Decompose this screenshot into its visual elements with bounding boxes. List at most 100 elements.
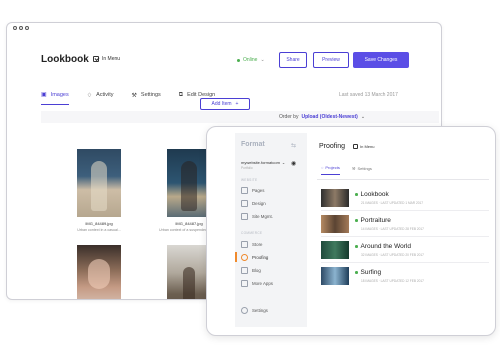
- window-controls: [13, 26, 29, 30]
- chevron-down-icon: ⌄: [281, 160, 286, 165]
- tab-settings[interactable]: ⚒ Settings: [352, 165, 372, 175]
- sidebar-item-blog[interactable]: Blog: [241, 267, 261, 274]
- save-changes-button[interactable]: Save Changes: [353, 52, 409, 68]
- order-value: Upload (Oldest-Newest): [301, 114, 358, 120]
- account-name: mywebsite.formatcom: [241, 160, 280, 165]
- checkbox-icon[interactable]: [93, 56, 99, 62]
- status-dropdown[interactable]: Online ⌄: [237, 57, 265, 63]
- sidebar-item-label: Settings: [252, 308, 268, 313]
- project-meta: 18 IMAGES · LAST UPDATED 12 FEB 2017: [361, 279, 424, 283]
- tab-settings[interactable]: ⚒ Settings: [132, 91, 161, 105]
- in-menu-toggle[interactable]: In Menu: [93, 56, 120, 62]
- sidebar-item-label: Pages: [252, 188, 265, 193]
- status-label: Online: [243, 57, 258, 63]
- project-thumbnail: [321, 241, 349, 259]
- image-thumbnail[interactable]: [167, 149, 211, 217]
- image-thumbnail[interactable]: [77, 149, 121, 217]
- divider: [321, 262, 489, 263]
- folder-icon: ◌: [321, 165, 324, 170]
- image-icon: ▣: [41, 92, 47, 98]
- eye-icon[interactable]: ◉: [291, 160, 296, 167]
- in-menu-label: In Menu: [360, 144, 375, 149]
- project-row[interactable]: Around the World 32 IMAGES · LAST UPDATE…: [321, 241, 491, 263]
- collapse-icon[interactable]: ⇆: [291, 142, 296, 149]
- order-by-dropdown[interactable]: Order by Upload (Oldest-Newest) ⌄: [279, 114, 365, 120]
- sidebar-item-more-apps[interactable]: More Apps: [241, 280, 273, 287]
- project-name: Portraiture: [355, 217, 391, 224]
- checkbox-icon[interactable]: [353, 144, 358, 149]
- chevron-down-icon: ⌄: [360, 114, 366, 120]
- online-dot-icon: [355, 219, 358, 222]
- brand-logo: Format: [241, 141, 265, 148]
- gear-icon: [241, 307, 248, 314]
- online-dot-icon: [355, 245, 358, 248]
- project-row[interactable]: Portraiture 14 IMAGES · LAST UPDATED 28 …: [321, 215, 491, 237]
- tab-label: Settings: [140, 92, 161, 98]
- pages-icon: [241, 187, 248, 194]
- chevron-down-icon: ⌄: [260, 57, 265, 63]
- tab-bar: ◌ Projects ⚒ Settings: [321, 165, 372, 175]
- image-thumbnail[interactable]: [167, 245, 211, 299]
- share-button[interactable]: Share: [279, 52, 307, 68]
- project-name-text: Portraiture: [360, 217, 391, 224]
- in-menu-toggle[interactable]: In Menu: [353, 144, 374, 149]
- wrench-icon: ⚒: [351, 165, 356, 171]
- tab-images[interactable]: ▣ Images: [41, 91, 69, 105]
- divider: [317, 179, 489, 180]
- project-row[interactable]: Surfing 18 IMAGES · LAST UPDATED 12 FEB …: [321, 267, 491, 289]
- maximize-dot-icon[interactable]: [25, 26, 29, 30]
- section-heading: WEBSITE: [241, 178, 258, 182]
- project-thumbnail: [321, 267, 349, 285]
- sidebar-item-site-mgmt[interactable]: Site Mgmt.: [241, 213, 273, 220]
- sidebar: Format ⇆ mywebsite.formatcom ⌄ Portfolio…: [234, 133, 307, 327]
- account-type: Portfolio: [241, 166, 253, 170]
- project-name-text: Lookbook: [360, 191, 389, 198]
- project-thumbnail: [321, 189, 349, 207]
- project-name: Around the World: [355, 243, 411, 250]
- sidebar-item-settings[interactable]: Settings: [241, 307, 268, 314]
- project-meta: 14 IMAGES · LAST UPDATED 28 FEB 2017: [361, 227, 424, 231]
- online-dot-icon: [355, 271, 358, 274]
- sidebar-item-label: Blog: [252, 268, 261, 273]
- tab-bar: ▣ Images ♢ Activity ⚒ Settings ⧉ Edit De…: [41, 91, 215, 105]
- page-title: Proofing: [319, 143, 346, 150]
- preview-button[interactable]: Preview: [313, 52, 349, 68]
- image-caption: Urban context in a casual...: [77, 228, 121, 232]
- sidebar-item-label: Design: [252, 201, 266, 206]
- close-dot-icon[interactable]: [13, 26, 17, 30]
- image-thumbnail[interactable]: [77, 245, 121, 299]
- divider: [321, 236, 489, 237]
- minimize-dot-icon[interactable]: [19, 26, 23, 30]
- divider: [321, 210, 489, 211]
- sidebar-item-label: Site Mgmt.: [252, 214, 273, 219]
- photo-subject: [88, 259, 110, 289]
- add-item-button[interactable]: Add Item +: [200, 98, 250, 110]
- page-title: Lookbook: [41, 54, 89, 65]
- tab-label: Activity: [96, 92, 114, 98]
- site-icon: [241, 213, 248, 220]
- window-titlebar: [7, 23, 441, 33]
- wrench-icon: ⚒: [131, 92, 137, 99]
- tab-projects[interactable]: ◌ Projects: [321, 165, 340, 175]
- sidebar-item-store[interactable]: Store: [241, 241, 263, 248]
- tab-label: Images: [50, 91, 69, 98]
- project-name: Lookbook: [355, 191, 389, 198]
- photo-subject: [181, 161, 197, 211]
- project-row[interactable]: Lookbook 21 IMAGES · LAST UPDATED 1 MAR …: [321, 189, 491, 211]
- bell-icon: ♢: [86, 92, 93, 99]
- online-dot-icon: [355, 193, 358, 196]
- tab-activity[interactable]: ♢ Activity: [87, 91, 114, 105]
- project-name: Surfing: [355, 269, 381, 276]
- sidebar-item-design[interactable]: Design: [241, 200, 266, 207]
- tab-label: Projects: [325, 165, 340, 170]
- account-switcher[interactable]: mywebsite.formatcom ⌄: [241, 160, 285, 165]
- proofing-icon: [241, 254, 248, 261]
- design-icon: ⧉: [178, 91, 184, 98]
- sidebar-item-pages[interactable]: Pages: [241, 187, 264, 194]
- add-item-label: Add Item: [211, 101, 232, 107]
- photo-subject: [91, 161, 107, 211]
- tab-label: Settings: [357, 165, 372, 171]
- sidebar-item-proofing[interactable]: Proofing: [234, 252, 268, 262]
- plus-icon: +: [235, 101, 239, 107]
- photo-subject: [183, 267, 195, 299]
